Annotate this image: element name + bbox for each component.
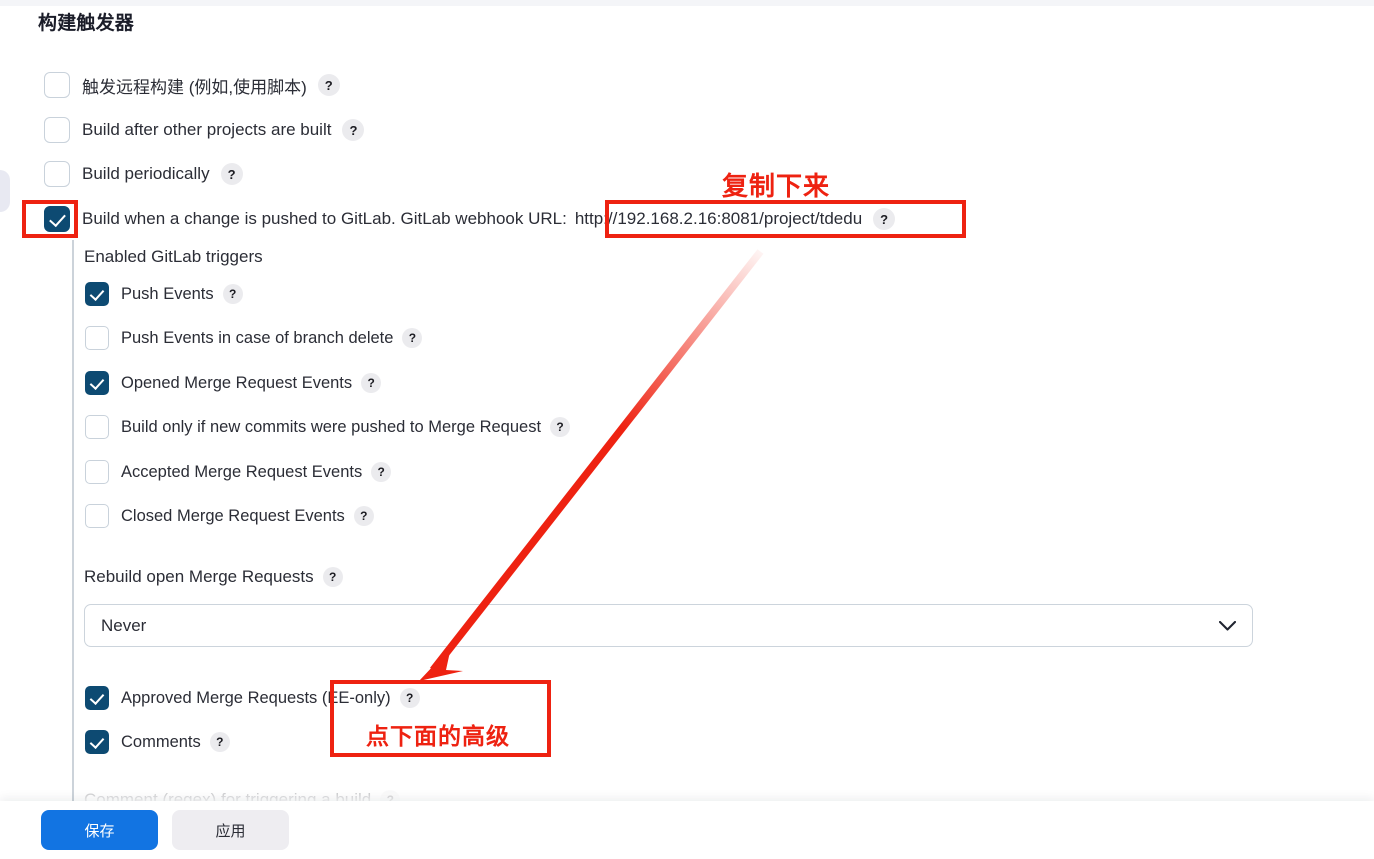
help-icon[interactable]: ?: [402, 328, 423, 348]
help-icon[interactable]: ?: [371, 462, 392, 482]
rebuild-open-mr-select[interactable]: Never: [84, 604, 1253, 647]
gitlab-event-label: Closed Merge Request Events: [121, 506, 345, 525]
checkbox-build-periodically[interactable]: [44, 161, 70, 187]
checkbox-opened-merge-request-events[interactable]: [85, 371, 109, 395]
help-icon[interactable]: ?: [322, 567, 343, 587]
apply-button[interactable]: 应用: [172, 810, 289, 850]
gitlab-event-row-push-branch-delete[interactable]: Push Events in case of branch delete ?: [85, 326, 423, 350]
checkbox-after-other-projects[interactable]: [44, 117, 70, 143]
trigger-label-after-other-projects: Build after other projects are built: [82, 120, 332, 139]
help-icon[interactable]: ?: [220, 163, 243, 185]
gitlab-event-row-push-events[interactable]: Push Events ?: [85, 282, 243, 306]
checkbox-accepted-merge-request-events[interactable]: [85, 460, 109, 484]
indent-guide: [72, 240, 74, 810]
left-edge-pill: [0, 170, 10, 212]
checkbox-build-only-new-commits[interactable]: [85, 415, 109, 439]
trigger-row-after-other-projects[interactable]: Build after other projects are built ?: [44, 117, 365, 143]
help-icon[interactable]: ?: [361, 373, 382, 393]
rebuild-open-mr-field-label: Rebuild open Merge Requests ?: [84, 567, 343, 587]
annotation-label-copy-url: 复制下来: [722, 171, 831, 201]
gitlab-event-label: Push Events in case of branch delete: [121, 328, 394, 347]
page-title: 构建触发器: [38, 13, 135, 34]
gitlab-event-row-new-commits-only[interactable]: Build only if new commits were pushed to…: [85, 415, 571, 439]
help-icon[interactable]: ?: [399, 688, 420, 708]
gitlab-event-row-opened-mr[interactable]: Opened Merge Request Events ?: [85, 371, 382, 395]
checkbox-remote-build[interactable]: [44, 72, 70, 98]
trigger-label-remote-build: 触发远程构建 (例如,使用脚本): [82, 77, 307, 97]
annotation-label-click-advanced: 点下面的高级: [366, 723, 510, 749]
top-strip: [0, 0, 1374, 6]
help-icon[interactable]: ?: [353, 506, 374, 526]
trigger-label-periodically: Build periodically: [82, 164, 210, 183]
trigger-label-gitlab-push: Build when a change is pushed to GitLab.…: [82, 209, 567, 228]
gitlab-event-label: Comments: [121, 732, 201, 751]
section-heading-enabled-gitlab-triggers: Enabled GitLab triggers: [84, 247, 263, 266]
rebuild-open-mr-selected-value: Never: [101, 615, 147, 635]
gitlab-event-label: Accepted Merge Request Events: [121, 462, 363, 481]
webhook-url-text: http://192.168.2.16:8081/project/tdedu: [574, 209, 863, 228]
trigger-row-gitlab-push[interactable]: Build when a change is pushed to GitLab.…: [44, 206, 896, 232]
help-icon[interactable]: ?: [342, 119, 365, 141]
help-icon[interactable]: ?: [550, 417, 571, 437]
gitlab-event-row-closed-mr[interactable]: Closed Merge Request Events ?: [85, 504, 374, 528]
gitlab-event-label: Build only if new commits were pushed to…: [121, 417, 542, 436]
checkbox-comments[interactable]: [85, 730, 109, 754]
checkbox-closed-merge-request-events[interactable]: [85, 504, 109, 528]
save-button[interactable]: 保存: [41, 810, 158, 850]
checkbox-push-events[interactable]: [85, 282, 109, 306]
checkbox-push-events-branch-delete[interactable]: [85, 326, 109, 350]
footer-action-bar: 保存 应用: [0, 801, 1374, 859]
trigger-row-remote-build[interactable]: 触发远程构建 (例如,使用脚本) ?: [44, 72, 340, 98]
gitlab-event-label: Push Events: [121, 284, 214, 303]
rebuild-open-mr-label: Rebuild open Merge Requests: [84, 567, 314, 586]
build-triggers-page: 构建触发器 触发远程构建 (例如,使用脚本) ? Build after oth…: [0, 0, 1374, 859]
checkbox-approved-merge-requests[interactable]: [85, 686, 109, 710]
gitlab-event-label: Approved Merge Requests (EE-only): [121, 688, 391, 707]
checkbox-gitlab-push[interactable]: [44, 206, 70, 232]
gitlab-event-row-comments[interactable]: Comments ?: [85, 730, 230, 754]
help-icon[interactable]: ?: [873, 208, 896, 230]
help-icon[interactable]: ?: [222, 284, 243, 304]
help-icon[interactable]: ?: [317, 74, 340, 96]
gitlab-event-row-approved-mr[interactable]: Approved Merge Requests (EE-only) ?: [85, 686, 420, 710]
help-icon[interactable]: ?: [209, 732, 230, 752]
chevron-down-icon: [1219, 620, 1236, 631]
gitlab-event-label: Opened Merge Request Events: [121, 373, 353, 392]
gitlab-event-row-accepted-mr[interactable]: Accepted Merge Request Events ?: [85, 460, 392, 484]
trigger-row-periodically[interactable]: Build periodically ?: [44, 161, 243, 187]
